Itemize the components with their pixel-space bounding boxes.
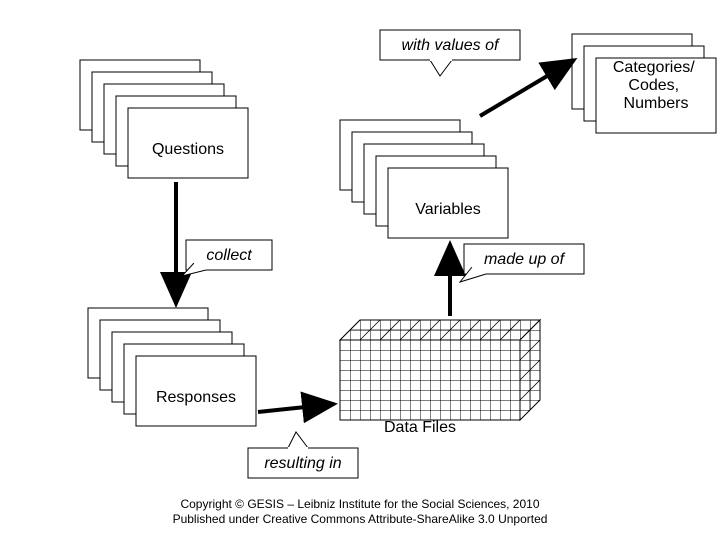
variables-stack — [340, 120, 508, 238]
arrow-variables-categories — [480, 60, 574, 116]
variables-label: Variables — [415, 201, 481, 218]
responses-stack — [88, 308, 256, 426]
copyright: Copyright © GESIS – Leibniz Institute fo… — [0, 497, 720, 528]
datafiles-cube — [340, 320, 540, 420]
callout-collect: collect — [182, 240, 272, 276]
copyright-line-1: Copyright © GESIS – Leibniz Institute fo… — [180, 497, 539, 511]
callout-withvalues: with values of — [380, 30, 520, 76]
svg-text:collect: collect — [206, 247, 252, 264]
arrow-responses-datafiles — [258, 404, 334, 412]
callout-resulting: resulting in — [248, 432, 358, 478]
svg-text:with values of: with values of — [402, 37, 500, 54]
svg-text:made up of: made up of — [484, 251, 566, 268]
svg-text:resulting in: resulting in — [264, 455, 341, 472]
questions-label: Questions — [152, 141, 224, 158]
copyright-line-2: Published under Creative Commons Attribu… — [173, 512, 548, 526]
questions-stack — [80, 60, 248, 178]
datafiles-label: Data Files — [384, 419, 456, 436]
responses-label: Responses — [156, 389, 236, 406]
callout-madeup: made up of — [460, 244, 584, 282]
